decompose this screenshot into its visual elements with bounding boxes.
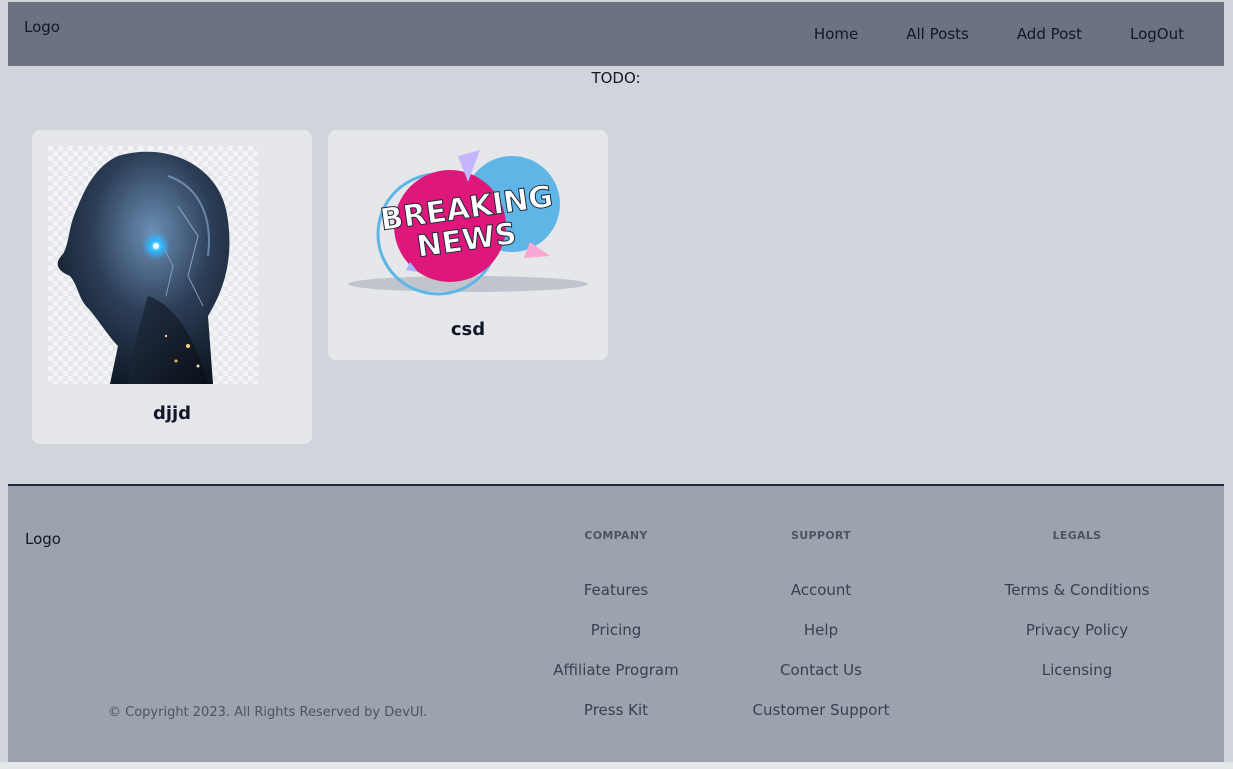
footer-logo[interactable]: Logo [25,530,61,548]
ai-robot-head-image [48,146,258,384]
post-title: csd [450,319,486,340]
post-card[interactable]: djjd [32,130,312,444]
page: Logo Home All Posts Add Post LogOut TODO… [8,2,1224,762]
todo-text: TODO: [591,69,641,87]
footer-column-heading: SUPPORT [791,529,851,542]
footer-link-account[interactable]: Account [741,581,901,621]
breaking-news-image: BREAKING NEWS [340,146,596,296]
footer-link-help[interactable]: Help [741,621,901,661]
footer-link-pricing[interactable]: Pricing [536,621,696,661]
bottom-strip [0,762,1233,769]
footer-link-licensing[interactable]: Licensing [977,661,1177,701]
footer-link-privacy-policy[interactable]: Privacy Policy [977,621,1177,661]
copyright-text: © Copyright 2023. All Rights Reserved by… [108,705,428,720]
footer-link-affiliate-program[interactable]: Affiliate Program [536,661,696,701]
nav-logout-link[interactable]: LogOut [1130,25,1184,43]
nav-add-post-link[interactable]: Add Post [1017,25,1082,43]
footer-column-heading: LEGALS [1052,529,1102,542]
footer-link-contact-us[interactable]: Contact Us [741,661,901,701]
footer-link-press-kit[interactable]: Press Kit [536,701,696,741]
post-card[interactable]: BREAKING NEWS csd [328,130,608,360]
footer-link-features[interactable]: Features [536,581,696,621]
nav-home-link[interactable]: Home [814,25,858,43]
footer-link-terms[interactable]: Terms & Conditions [977,581,1177,621]
header-logo[interactable]: Logo [24,18,60,36]
main-nav: Home All Posts Add Post LogOut [814,25,1184,43]
post-title: djjd [152,403,192,424]
footer-column-heading: COMPANY [584,529,648,542]
nav-all-posts-link[interactable]: All Posts [906,25,969,43]
header: Logo Home All Posts Add Post LogOut [8,2,1224,66]
footer-link-customer-support[interactable]: Customer Support [741,701,901,741]
footer: Logo © Copyright 2023. All Rights Reserv… [8,486,1224,762]
